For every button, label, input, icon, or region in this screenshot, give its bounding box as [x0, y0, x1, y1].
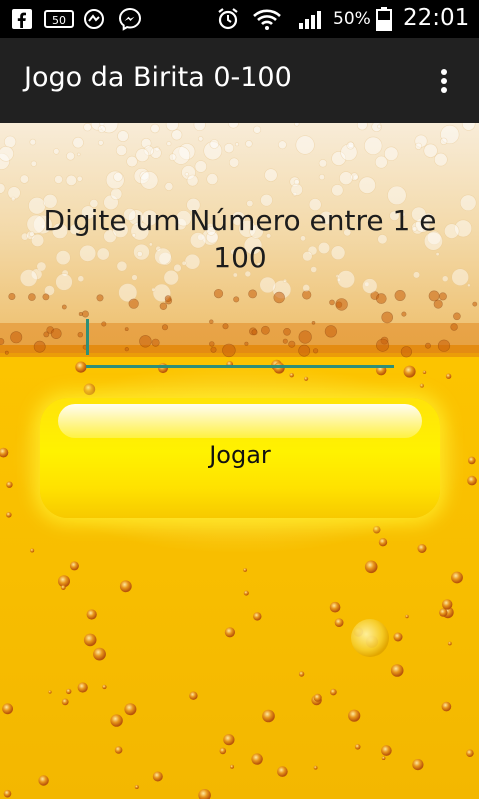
svg-text:50: 50	[52, 14, 66, 27]
messenger-icon	[118, 7, 142, 31]
overflow-menu-icon[interactable]	[424, 60, 464, 100]
play-button-label: Jogar	[209, 441, 271, 469]
facebook-icon	[10, 7, 34, 31]
battery-percent: 50%	[333, 9, 371, 29]
prompt-text: Digite um Número entre 1 e 100	[43, 204, 437, 274]
action-bar: Jogo da Birita 0-100	[0, 38, 479, 123]
button-gloss	[58, 404, 422, 438]
battery-icon	[376, 7, 392, 31]
hd-50-icon: 50	[44, 7, 74, 31]
wifi-icon	[252, 7, 282, 31]
text-cursor	[86, 319, 89, 355]
status-bar: 50 50% 22:01	[0, 0, 479, 38]
app-title: Jogo da Birita 0-100	[24, 62, 292, 93]
input-underline	[86, 365, 394, 368]
quick-tool-icon	[82, 7, 106, 31]
status-time: 22:01	[403, 5, 470, 31]
number-input[interactable]	[86, 320, 394, 364]
signal-icon	[298, 7, 326, 31]
app-screen: 50 50% 22:01 Jogo da Birita 0-100 Digite…	[0, 0, 479, 799]
play-button[interactable]: Jogar	[40, 398, 440, 518]
alarm-icon	[216, 7, 240, 31]
